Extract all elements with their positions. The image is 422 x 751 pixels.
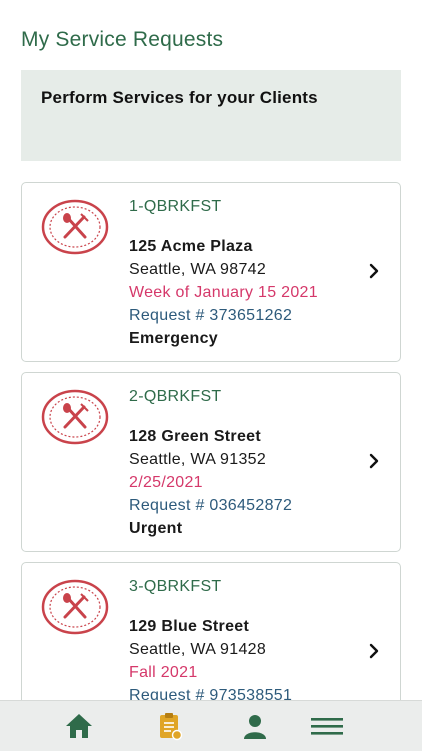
chevron-right-icon[interactable]	[368, 263, 380, 279]
address-line-1: 128 Green Street	[129, 428, 261, 445]
restaurant-plate-icon	[41, 389, 109, 445]
address-line-1: 129 Blue Street	[129, 618, 250, 635]
address-line-1: 125 Acme Plaza	[129, 238, 253, 255]
restaurant-plate-icon	[41, 199, 109, 255]
request-code: 3-QBRKFST	[129, 578, 222, 595]
chevron-right-icon[interactable]	[368, 453, 380, 469]
bottom-tab-bar	[0, 700, 422, 751]
request-code: 1-QBRKFST	[129, 198, 222, 215]
clipboard-icon[interactable]	[155, 711, 185, 741]
address-line-2: Seattle, WA 98742	[129, 261, 267, 278]
chevron-right-icon[interactable]	[368, 643, 380, 659]
info-banner: Perform Services for your Clients	[21, 70, 401, 161]
banner-text: Perform Services for your Clients	[41, 88, 318, 107]
address-line-2: Seattle, WA 91428	[129, 641, 267, 658]
request-priority: Urgent	[129, 520, 183, 537]
address-line-2: Seattle, WA 91352	[129, 451, 267, 468]
restaurant-plate-icon	[41, 579, 109, 635]
person-icon[interactable]	[240, 711, 270, 741]
request-date: 2/25/2021	[129, 474, 203, 491]
service-request-card[interactable]: 1-QBRKFST 125 Acme Plaza Seattle, WA 987…	[21, 182, 401, 362]
request-number: Request # 373651262	[129, 307, 293, 324]
request-code: 2-QBRKFST	[129, 388, 222, 405]
request-number: Request # 036452872	[129, 497, 293, 514]
menu-icon[interactable]	[310, 711, 344, 741]
request-priority: Emergency	[129, 330, 218, 347]
page-title: My Service Requests	[21, 28, 224, 51]
service-request-card[interactable]: 2-QBRKFST 128 Green Street Seattle, WA 9…	[21, 372, 401, 552]
home-icon[interactable]	[64, 711, 94, 741]
request-date: Week of January 15 2021	[129, 284, 318, 301]
request-date: Fall 2021	[129, 664, 198, 681]
